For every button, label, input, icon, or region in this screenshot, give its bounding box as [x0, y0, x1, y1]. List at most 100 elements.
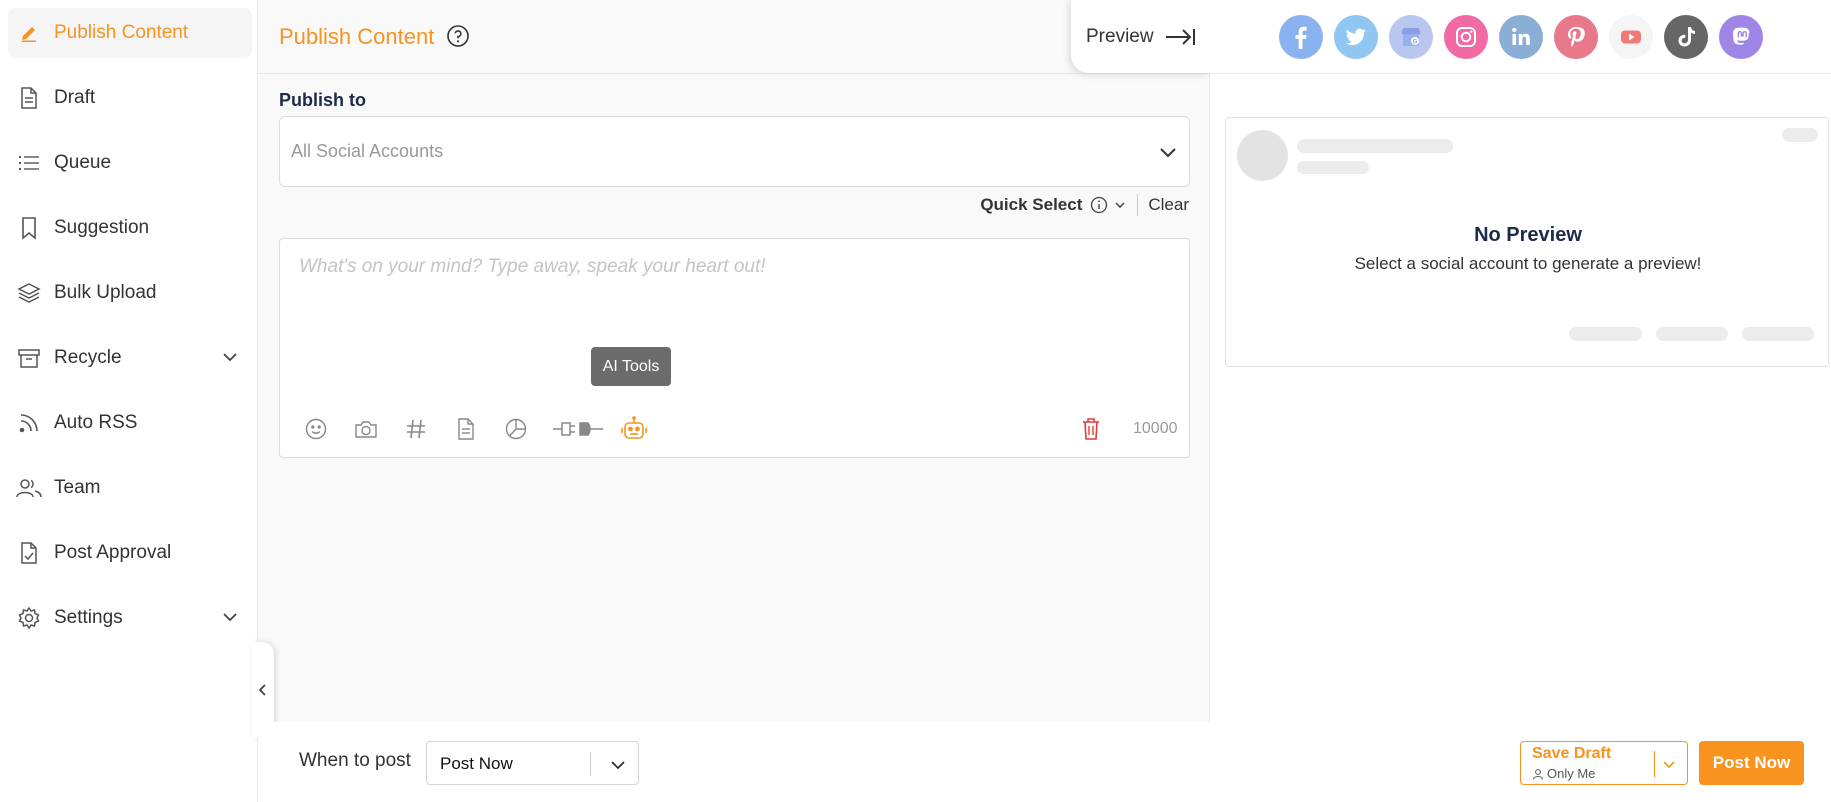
document-icon	[15, 84, 43, 112]
trash-icon[interactable]	[1079, 416, 1103, 442]
emoji-icon[interactable]	[301, 414, 331, 444]
footer-bar: When to post Post Now Save Draft Only Me…	[258, 722, 1831, 802]
sidebar-item-label: Suggestion	[54, 217, 150, 238]
tiktok-icon[interactable]	[1664, 15, 1708, 59]
divider	[1654, 751, 1655, 777]
user-icon	[1533, 768, 1543, 780]
rss-icon	[15, 409, 43, 437]
chevron-down-icon	[1160, 148, 1176, 158]
sidebar-item-settings[interactable]: Settings	[8, 593, 252, 643]
save-draft-label: Save Draft	[1532, 745, 1612, 762]
skeleton-line	[1742, 327, 1814, 341]
sidebar-item-auto-rss[interactable]: Auto RSS	[8, 398, 252, 448]
composer-toolbar	[301, 414, 669, 444]
sidebar-item-label: Publish Content	[54, 22, 189, 43]
sidebar-item-post-approval[interactable]: Post Approval	[8, 528, 252, 578]
post-now-button[interactable]: Post Now	[1699, 741, 1804, 785]
archive-icon	[15, 344, 43, 372]
instagram-icon[interactable]	[1444, 15, 1488, 59]
sidebar-item-label: Team	[54, 477, 101, 498]
chevron-down-icon	[223, 613, 237, 622]
save-draft-button[interactable]: Save Draft Only Me	[1520, 741, 1688, 785]
chevron-down-icon	[223, 353, 237, 362]
help-icon[interactable]	[446, 24, 470, 48]
gear-icon	[15, 604, 43, 632]
composer-input[interactable]: What's on your mind? Type away, speak yo…	[299, 256, 766, 278]
sidebar-item-label: Auto RSS	[54, 412, 138, 433]
when-to-post-label: When to post	[299, 750, 411, 771]
no-preview-title: No Preview	[1474, 224, 1582, 246]
skeleton-line	[1569, 327, 1642, 341]
preview-toggle-button[interactable]: Preview	[1071, 0, 1210, 73]
sidebar-item-team[interactable]: Team	[8, 463, 252, 513]
facebook-icon[interactable]	[1279, 15, 1323, 59]
chevron-left-icon	[258, 684, 266, 696]
sidebar-item-bulk-upload[interactable]: Bulk Upload	[8, 268, 252, 318]
sidebar-item-label: Queue	[54, 152, 112, 173]
draft-visibility: Only Me	[1532, 766, 1595, 781]
pie-chart-icon[interactable]	[501, 414, 531, 444]
team-icon	[15, 474, 43, 502]
info-icon[interactable]	[1090, 196, 1108, 214]
pencil-icon	[15, 19, 43, 47]
linkedin-icon[interactable]	[1499, 15, 1543, 59]
chevron-down-icon[interactable]	[1113, 198, 1127, 212]
sidebar-item-label: Bulk Upload	[54, 282, 157, 303]
twitter-icon[interactable]	[1334, 15, 1378, 59]
when-to-post-value: Post Now	[440, 754, 513, 773]
preview-pane: G No Preview Select a social account to …	[1210, 0, 1831, 722]
bookmark-icon	[15, 214, 43, 242]
template-icon[interactable]	[451, 414, 481, 444]
divider	[1210, 73, 1831, 74]
divider	[590, 752, 591, 776]
hashtag-icon[interactable]	[401, 414, 431, 444]
page-title: Publish Content	[279, 24, 435, 49]
sidebar-item-draft[interactable]: Draft	[8, 73, 252, 123]
robot-icon[interactable]	[619, 414, 649, 444]
youtube-icon[interactable]	[1609, 15, 1653, 59]
quick-select-row: Quick Select Clear	[980, 190, 1189, 220]
draft-visibility-label: Only Me	[1547, 766, 1596, 781]
no-preview-subtitle: Select a social account to generate a pr…	[1354, 254, 1702, 273]
quick-select-button[interactable]: Quick Select	[980, 195, 1082, 215]
pinterest-icon[interactable]	[1554, 15, 1598, 59]
header-bar: Publish Content Preview	[258, 0, 1210, 74]
avatar-placeholder	[1237, 130, 1288, 181]
when-to-post-select[interactable]: Post Now	[426, 741, 639, 785]
svg-text:G: G	[1413, 39, 1418, 45]
mastodon-icon[interactable]	[1719, 15, 1763, 59]
sidebar-item-label: Recycle	[54, 347, 122, 368]
chevron-down-icon	[611, 761, 625, 770]
layers-icon	[15, 279, 43, 307]
social-account-placeholder: All Social Accounts	[291, 141, 444, 161]
preview-toggle-label: Preview	[1086, 25, 1154, 47]
post-preview-card: No Preview Select a social account to ge…	[1225, 117, 1829, 367]
google-business-icon[interactable]: G	[1389, 15, 1433, 59]
publish-to-label: Publish to	[279, 90, 366, 110]
ai-tools-tooltip: AI Tools	[591, 347, 671, 386]
sidebar-item-queue[interactable]: Queue	[8, 138, 252, 188]
plug-icon[interactable]	[551, 414, 605, 444]
sidebar-item-recycle[interactable]: Recycle	[8, 333, 252, 383]
sidebar-item-label: Settings	[54, 607, 123, 628]
camera-icon[interactable]	[351, 414, 381, 444]
sidebar-item-suggestion[interactable]: Suggestion	[8, 203, 252, 253]
clear-button[interactable]: Clear	[1148, 195, 1189, 215]
arrow-right-bar-icon	[1165, 28, 1195, 45]
list-icon	[15, 149, 43, 177]
sidebar-item-publish-content[interactable]: Publish Content	[8, 8, 252, 58]
post-composer[interactable]: What's on your mind? Type away, speak yo…	[279, 238, 1190, 458]
skeleton-line	[1297, 161, 1369, 174]
skeleton-line	[1297, 139, 1453, 153]
character-count: 10000	[1133, 420, 1178, 437]
divider	[1137, 194, 1139, 216]
sidebar-item-label: Draft	[54, 87, 96, 108]
skeleton-line	[1782, 128, 1818, 142]
chevron-down-icon[interactable]	[1661, 756, 1677, 772]
sidebar: Publish Content Draft Queue Suggestion B…	[0, 0, 258, 802]
social-account-select[interactable]: All Social Accounts	[279, 116, 1190, 187]
composer-panel: Publish Content Preview Publish to All S…	[258, 0, 1210, 722]
approval-icon	[15, 539, 43, 567]
skeleton-line	[1656, 327, 1728, 341]
sidebar-item-label: Post Approval	[54, 542, 172, 563]
